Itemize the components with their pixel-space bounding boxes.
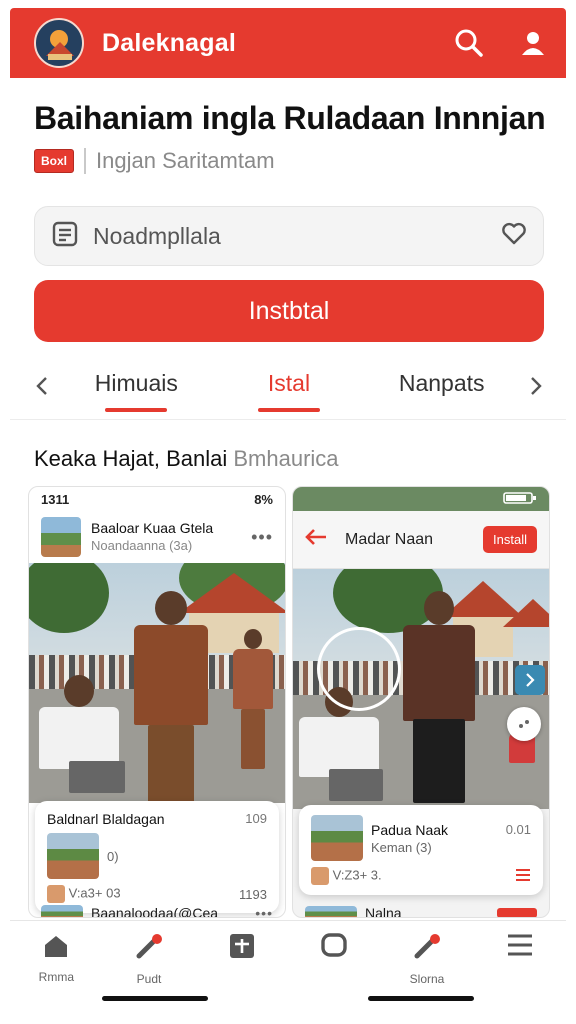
- divider: [84, 148, 87, 174]
- card-meta: V:Z3+ 3.: [332, 867, 382, 883]
- next-thumbnail: [305, 906, 357, 917]
- page-subtitle: Ingjan Saritamtam: [96, 148, 275, 173]
- app-info-card[interactable]: Padua Naak 0.01 Keman (3) V:Z3+ 3.: [299, 805, 543, 895]
- profile-icon[interactable]: [516, 26, 550, 60]
- tab-istal[interactable]: Istal: [213, 358, 366, 414]
- tab-label: Nanpats: [398, 370, 485, 396]
- battery-icon: [503, 491, 537, 508]
- menu-icon: [507, 933, 533, 962]
- post-sub: Noandaanna (3a): [91, 537, 193, 553]
- tab-label: Istal: [267, 370, 311, 396]
- bottom-nav: Rmma Pudt Slorna: [10, 920, 566, 1016]
- post-header: Baaloar Kuaa Gtela Noandaanna (3a) •••: [29, 511, 285, 563]
- card-sub: 0): [107, 848, 119, 864]
- subtitle-row: Boxl Ingjan Saritamtam: [34, 148, 275, 174]
- screenshot-card-right[interactable]: Madar Naan Install Padua Naak 0.01 Keman…: [292, 486, 550, 918]
- more-icon[interactable]: •••: [251, 527, 273, 548]
- card-thumbnail: [311, 815, 363, 861]
- section-title: Keaka Hajat, Banlai Bmhaurica: [34, 446, 339, 472]
- heart-icon[interactable]: [501, 222, 527, 251]
- card-meta-right: 1193: [239, 886, 267, 902]
- chevron-right-icon[interactable]: [518, 366, 554, 406]
- nav-slorna[interactable]: Slorna: [381, 921, 474, 1016]
- status-bar: 1311 8%: [29, 487, 285, 511]
- plus-square-icon: [229, 933, 255, 964]
- nav-menu[interactable]: [473, 921, 566, 1016]
- chevron-left-icon[interactable]: [24, 366, 60, 406]
- card-sub: Keman (3): [371, 839, 432, 855]
- home-indicator: [368, 996, 474, 1001]
- nav-label: Pudt: [136, 972, 162, 986]
- section-title-main: Keaka Hajat, Banlai: [34, 446, 228, 471]
- home-indicator: [102, 996, 208, 1001]
- page-title: Baihaniam ingla Ruladaan Innnjan: [34, 100, 546, 136]
- app-logo[interactable]: [34, 18, 84, 68]
- status-battery: 8%: [254, 491, 273, 507]
- nav-label: Rmma: [38, 970, 74, 984]
- tag-chip-icon: [47, 885, 65, 903]
- home-icon: [42, 933, 70, 964]
- tab-nanpats[interactable]: Nanpats: [365, 358, 518, 414]
- nav-label: Slorna: [409, 972, 445, 986]
- tab-bar: Himuais Istal Nanpats: [24, 358, 554, 414]
- ceremony-photo: [29, 563, 285, 803]
- card-number: 0.01: [505, 821, 531, 837]
- next-post-row: Baanaloodaa(@Cea •••: [41, 905, 273, 918]
- tab-underline: [105, 408, 168, 412]
- status-bar: [293, 487, 549, 511]
- app-info-card[interactable]: Baldnarl Blaldagan 109 0) V:a3+ 03 1193: [35, 801, 279, 913]
- ceremony-photo: [293, 569, 549, 809]
- search-input[interactable]: [93, 222, 501, 250]
- post-thumbnail: [41, 517, 81, 557]
- card-title: Padua Naak: [371, 821, 449, 838]
- app-screen-header: Madar Naan Install: [293, 511, 549, 569]
- install-button[interactable]: Instbtal: [34, 280, 544, 342]
- pencil-icon: [134, 933, 164, 966]
- more-options-icon[interactable]: [507, 707, 541, 741]
- divider: [10, 419, 566, 420]
- search-field[interactable]: [34, 206, 544, 266]
- nav-post[interactable]: Pudt: [103, 921, 196, 1016]
- tab-label: Himuais: [94, 370, 178, 396]
- post-name: Baaloar Kuaa Gtela: [91, 520, 214, 537]
- card-thumbnail: [47, 833, 99, 879]
- back-arrow-icon[interactable]: [305, 528, 327, 551]
- next-post-label: Baanaloodaa(@Cea: [91, 905, 219, 918]
- app-screen-title: Madar Naan: [345, 530, 434, 548]
- list-icon: [51, 220, 79, 253]
- section-title-muted: Bmhaurica: [233, 446, 339, 471]
- next-post-row: Nalna: [305, 905, 537, 918]
- app-title: Daleknagal: [102, 28, 237, 57]
- tab-himuais[interactable]: Himuais: [60, 358, 213, 414]
- card-number: 109: [245, 811, 267, 826]
- nav-home[interactable]: Rmma: [10, 921, 103, 1016]
- search-icon[interactable]: [452, 26, 486, 60]
- tag-chip-icon: [311, 867, 329, 885]
- app-header-bar: Daleknagal: [10, 8, 566, 78]
- nav-add[interactable]: [195, 921, 288, 1016]
- card-title: Baldnarl Blaldagan: [47, 811, 165, 827]
- chat-bubble-icon: [321, 933, 348, 964]
- next-post-label: Nalna: [365, 905, 402, 918]
- chevron-right-icon[interactable]: [515, 665, 545, 695]
- card-meta-left: V:a3+ 03: [68, 885, 121, 901]
- nav-chat[interactable]: [288, 921, 381, 1016]
- tab-underline: [258, 408, 320, 412]
- zoom-highlight-ring: [317, 627, 401, 711]
- install-mini-button[interactable]: Install: [483, 526, 537, 553]
- category-tag: Boxl: [34, 149, 75, 173]
- install-mini-button[interactable]: [497, 908, 537, 917]
- next-thumbnail: [41, 905, 83, 917]
- pencil-badge-icon: [412, 933, 442, 966]
- list-icon[interactable]: [515, 868, 531, 885]
- app-screen: Daleknagal Baihaniam ingla Ruladaan Innn…: [10, 8, 566, 1016]
- more-icon[interactable]: •••: [255, 905, 273, 917]
- status-time: 1311: [41, 491, 70, 507]
- screenshot-card-left[interactable]: 1311 8% Baaloar Kuaa Gtela Noandaanna (3…: [28, 486, 286, 918]
